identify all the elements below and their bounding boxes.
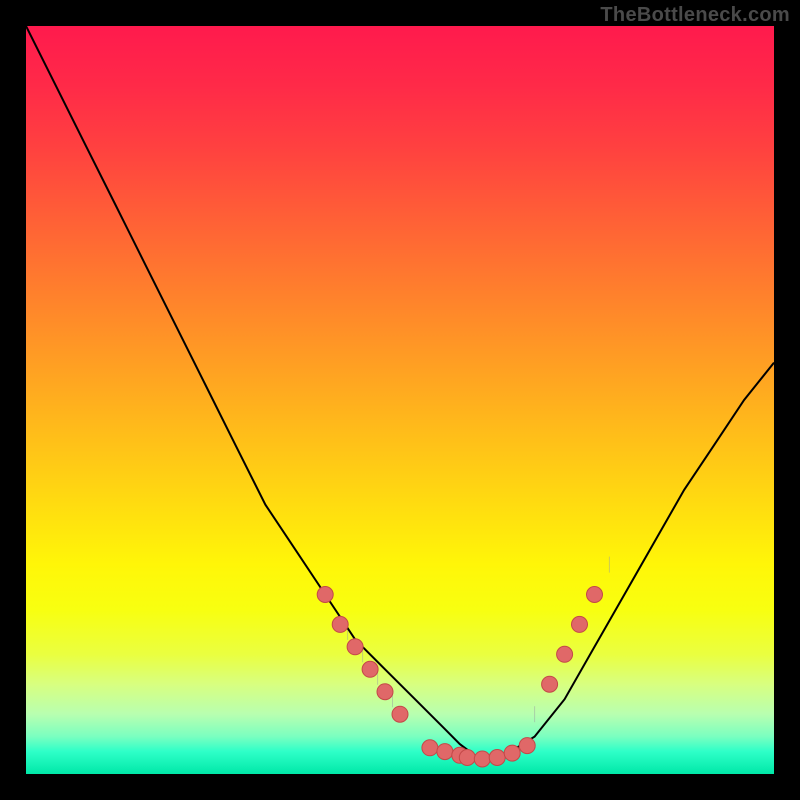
data-marker xyxy=(437,744,453,760)
data-marker xyxy=(504,745,520,761)
watermark-text: TheBottleneck.com xyxy=(600,4,790,27)
bottleneck-curve xyxy=(26,26,774,759)
data-marker xyxy=(519,738,535,754)
data-markers xyxy=(317,587,602,768)
chart-overlay xyxy=(26,26,774,774)
data-marker xyxy=(542,676,558,692)
data-marker xyxy=(474,751,490,767)
data-marker xyxy=(347,639,363,655)
data-marker xyxy=(392,706,408,722)
data-marker xyxy=(587,587,603,603)
data-marker xyxy=(362,661,378,677)
data-marker xyxy=(489,750,505,766)
data-marker xyxy=(459,750,475,766)
data-marker xyxy=(332,616,348,632)
data-marker xyxy=(572,616,588,632)
data-marker xyxy=(422,740,438,756)
data-marker xyxy=(317,587,333,603)
data-marker xyxy=(377,684,393,700)
data-marker xyxy=(557,646,573,662)
